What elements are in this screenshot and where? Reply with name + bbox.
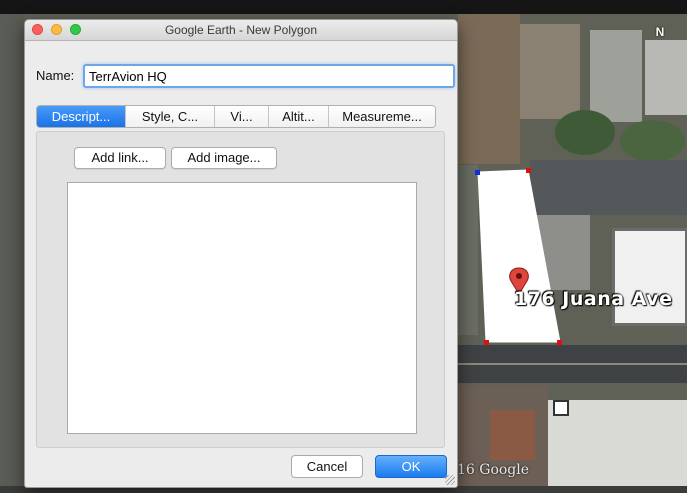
description-panel: Add link... Add image... <box>36 131 445 448</box>
name-label: Name: <box>36 68 75 83</box>
tab-style-color[interactable]: Style, C... <box>125 106 214 127</box>
title-bar[interactable]: Google Earth - New Polygon <box>25 20 457 41</box>
cancel-button[interactable]: Cancel <box>291 455 363 478</box>
polygon-vertex-handle[interactable] <box>526 168 531 173</box>
polygon-shape[interactable] <box>477 169 561 343</box>
description-textarea[interactable] <box>67 182 417 434</box>
polygon-vertex-handle[interactable] <box>475 170 480 175</box>
window-title: Google Earth - New Polygon <box>164 23 318 37</box>
polygon-vertex-handle[interactable] <box>557 340 562 345</box>
tab-bar: Descript... Style, C... Vi... Altit... M… <box>36 105 436 128</box>
tab-description[interactable]: Descript... <box>37 106 125 127</box>
tab-altitude[interactable]: Altit... <box>268 106 328 127</box>
map-street-label: 176 Juana Ave <box>514 288 673 310</box>
map-copyright: 16 Google <box>457 462 530 478</box>
tab-view[interactable]: Vi... <box>214 106 268 127</box>
new-polygon-dialog: Google Earth - New Polygon Name: Descrip… <box>24 19 458 488</box>
add-image-button[interactable]: Add image... <box>171 147 277 169</box>
tab-measurements[interactable]: Measureme... <box>328 106 435 127</box>
polygon-vertex-handle[interactable] <box>484 340 489 345</box>
name-input[interactable] <box>83 64 455 88</box>
add-link-button[interactable]: Add link... <box>74 147 166 169</box>
resize-grip-icon[interactable] <box>445 475 455 485</box>
ok-button[interactable]: OK <box>375 455 447 478</box>
compass-icon[interactable]: N <box>650 22 670 42</box>
